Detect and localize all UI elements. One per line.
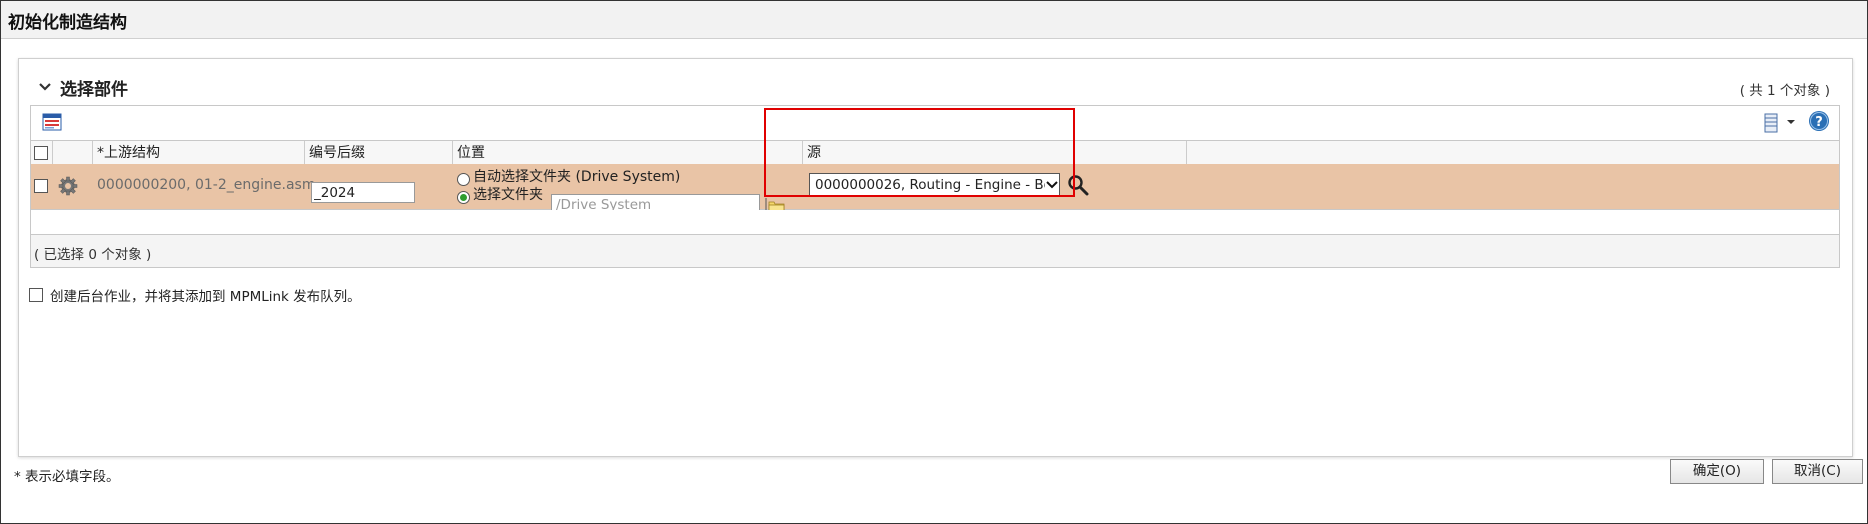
auto-folder-label[interactable]: 自动选择文件夹 (Drive System) — [473, 166, 680, 186]
source-select-value: 0000000026, Routing - Engine - Boston — [815, 177, 1045, 193]
window-title: 初始化制造结构 — [8, 13, 127, 33]
chevron-down-icon[interactable] — [36, 78, 54, 96]
gear-icon — [58, 176, 78, 196]
caret-down-icon[interactable] — [1785, 116, 1797, 128]
parts-table: ? *上游结构 编号后缀 位置 源 0000000200, 01-2_engin… — [30, 105, 1840, 268]
empty-row — [31, 210, 1839, 235]
select-folder-label[interactable]: 选择文件夹 — [473, 184, 543, 204]
upstream-structure-value: 0000000200, 01-2_engine.asm, — [97, 177, 320, 193]
column-header-upstream[interactable]: *上游结构 — [93, 141, 305, 165]
select-folder-radio[interactable] — [457, 191, 470, 204]
background-job-label[interactable]: 创建后台作业，并将其添加到 MPMLink 发布队列。 — [50, 285, 361, 305]
background-job-checkbox[interactable] — [29, 288, 43, 302]
required-field-note: * 表示必填字段。 — [14, 469, 120, 485]
background-job-option[interactable]: 创建后台作业，并将其添加到 MPMLink 发布队列。 — [29, 285, 361, 305]
search-icon[interactable] — [1067, 174, 1089, 196]
table-footer: ( 已选择 0 个对象 ) — [31, 235, 1839, 267]
row-checkbox[interactable] — [34, 179, 48, 193]
chevron-down-icon[interactable] — [1045, 174, 1059, 196]
object-count: ( 共 1 个对象 ) — [1739, 83, 1830, 99]
selected-count: ( 已选择 0 个对象 ) — [34, 247, 152, 263]
header-icon-cell — [53, 141, 93, 165]
column-header-suffix[interactable]: 编号后缀 — [305, 141, 453, 165]
title-bar: 初始化制造结构 — [1, 1, 1867, 39]
help-icon[interactable]: ? — [1808, 110, 1830, 132]
table-toolbar: ? — [31, 106, 1839, 140]
table-row[interactable]: 0000000200, 01-2_engine.asm, 自动选择文件夹 (Dr… — [31, 164, 1839, 215]
number-suffix-input[interactable] — [311, 182, 415, 203]
table-header: *上游结构 编号后缀 位置 源 — [31, 140, 1839, 166]
section-title: 选择部件 — [60, 79, 128, 100]
header-select-cell — [31, 141, 53, 165]
auto-folder-radio[interactable] — [457, 173, 470, 186]
svg-text:?: ? — [1815, 115, 1823, 130]
header-filler — [1187, 141, 1839, 165]
ok-button[interactable]: 确定(O) — [1670, 459, 1764, 484]
column-header-source[interactable]: 源 — [803, 141, 1187, 165]
table-add-icon[interactable] — [42, 112, 62, 132]
section-header[interactable]: 选择部件 — [18, 76, 128, 100]
cancel-button[interactable]: 取消(C) — [1772, 459, 1863, 484]
select-all-checkbox[interactable] — [34, 146, 48, 160]
source-select[interactable]: 0000000026, Routing - Engine - Boston — [809, 173, 1060, 197]
column-header-location[interactable]: 位置 — [453, 141, 803, 165]
table-view-icon[interactable] — [1763, 113, 1779, 133]
